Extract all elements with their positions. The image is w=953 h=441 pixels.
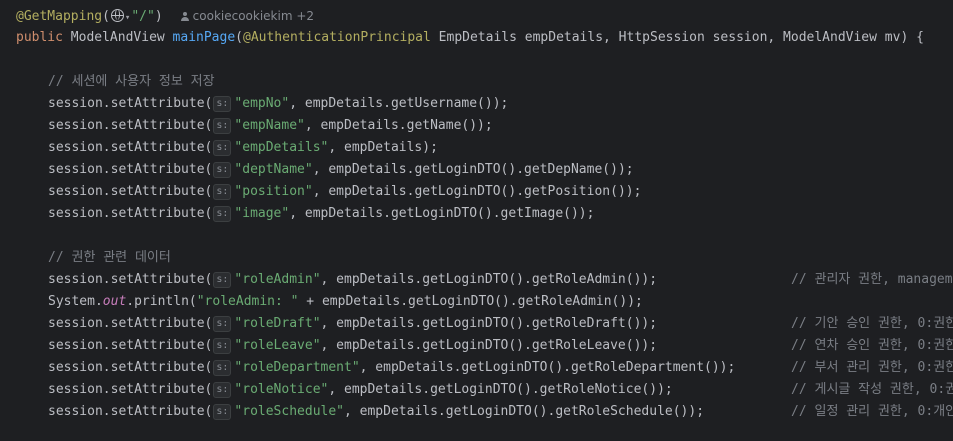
set-attribute-call: session.setAttribute(: [48, 162, 213, 177]
getmapping-annotation: @GetMapping: [16, 9, 103, 24]
trailing-comment: // 게시글 작성 권한, 0:권: [791, 382, 953, 397]
parameter-hint: s:: [213, 382, 232, 398]
parameter-hint: s:: [213, 272, 232, 288]
modifier-keyword: public: [16, 30, 63, 45]
attribute-value: , empDetails.getUsername());: [289, 96, 509, 111]
author-hint[interactable]: cookiecookiekim +2: [180, 9, 315, 23]
parameter-hint: s:: [213, 360, 232, 376]
println-line: System.out.println("roleAdmin: " + empDe…: [16, 292, 643, 312]
set-attribute-call: session.setAttribute(: [48, 206, 213, 221]
person-icon: [180, 12, 189, 21]
comment-session-info: // 세션에 사용자 정보 저장: [48, 74, 215, 89]
attribute-value: , empDetails.getLoginDTO().getRoleDraft(…: [320, 316, 658, 331]
code-editor[interactable]: @GetMapping(▾"/") cookiecookiekim +2 publ…: [0, 0, 953, 441]
set-attribute-call: session.setAttribute(: [48, 316, 213, 331]
code-line: session.setAttribute(s: "roleDraft", empD…: [16, 314, 953, 334]
code-line: session.setAttribute(s: "roleAdmin", empD…: [16, 270, 953, 290]
parameter-hint: s:: [213, 316, 232, 332]
mapping-path: "/": [131, 9, 155, 24]
parameter-hint: s:: [213, 206, 232, 222]
attribute-value: , empDetails.getLoginDTO().getDepName())…: [312, 162, 634, 177]
attribute-value: , empDetails);: [328, 140, 438, 155]
auth-principal-annotation: @AuthenticationPrincipal: [243, 30, 431, 45]
code-line: session.setAttribute(s: "position", empDe…: [16, 182, 641, 202]
annotation-line: @GetMapping(▾"/") cookiecookiekim +2: [16, 9, 315, 24]
parameter-hint: s:: [213, 118, 232, 134]
attribute-value: , empDetails.getLoginDTO().getPosition()…: [312, 184, 642, 199]
system-class: System.: [48, 294, 103, 309]
attribute-key: "roleSchedule": [234, 404, 344, 419]
author-name: cookiecookiekim +2: [192, 9, 315, 23]
attribute-key: "image": [234, 206, 290, 221]
attribute-value: , empDetails.getName());: [304, 118, 493, 133]
attribute-key: "roleDepartment": [234, 360, 360, 375]
attribute-key: "roleDraft": [234, 316, 321, 331]
method-params: EmpDetails empDetails, HttpSession sessi…: [430, 30, 924, 45]
trailing-comment: // 부서 관리 권한, 0:권한: [791, 360, 953, 375]
comment-role-info: // 권한 관련 데이터: [48, 250, 171, 265]
trailing-comment: // 일정 관리 권한, 0:개인: [791, 404, 953, 419]
return-type: ModelAndView: [70, 30, 165, 45]
trailing-comment: // 관리자 권한, managemen: [791, 272, 953, 287]
code-line: session.setAttribute(s: "roleLeave", empD…: [16, 336, 953, 356]
code-line: session.setAttribute(s: "image", empDetai…: [16, 204, 594, 224]
method-signature: public ModelAndView mainPage(@Authentica…: [16, 30, 924, 45]
code-line: session.setAttribute(s: "empNo", empDetai…: [16, 94, 508, 114]
parameter-hint: s:: [213, 184, 232, 200]
parameter-hint: s:: [213, 162, 232, 178]
code-line: session.setAttribute(s: "roleDepartment",…: [16, 358, 953, 378]
attribute-key: "deptName": [234, 162, 313, 177]
set-attribute-call: session.setAttribute(: [48, 404, 213, 419]
attribute-value: , empDetails.getLoginDTO().getImage());: [289, 206, 595, 221]
code-line: session.setAttribute(s: "empName", empDet…: [16, 116, 493, 136]
set-attribute-call: session.setAttribute(: [48, 382, 213, 397]
globe-icon[interactable]: [110, 9, 124, 22]
trailing-comment: // 기안 승인 권한, 0:권한: [791, 316, 953, 331]
chevron-down-icon[interactable]: ▾: [125, 13, 130, 23]
code-line: session.setAttribute(s: "roleNotice", emp…: [16, 380, 953, 400]
parameter-hint: s:: [213, 96, 232, 112]
out-field: out: [102, 294, 127, 309]
parameter-hint: s:: [213, 140, 232, 156]
attribute-value: , empDetails.getLoginDTO().getRoleSchedu…: [344, 404, 705, 419]
attribute-value: , empDetails.getLoginDTO().getRoleNotice…: [328, 382, 673, 397]
parameter-hint: s:: [213, 404, 232, 420]
set-attribute-call: session.setAttribute(: [48, 338, 213, 353]
set-attribute-call: session.setAttribute(: [48, 272, 213, 287]
attribute-key: "position": [234, 184, 313, 199]
attribute-key: "empName": [234, 118, 305, 133]
println-call: .println(: [126, 294, 197, 309]
code-line: session.setAttribute(s: "deptName", empDe…: [16, 160, 634, 180]
set-attribute-call: session.setAttribute(: [48, 360, 213, 375]
attribute-key: "roleLeave": [234, 338, 321, 353]
attribute-key: "empDetails": [234, 140, 329, 155]
set-attribute-call: session.setAttribute(: [48, 96, 213, 111]
code-line: session.setAttribute(s: "empDetails", emp…: [16, 138, 438, 158]
attribute-key: "roleAdmin": [234, 272, 321, 287]
println-args: + empDetails.getLoginDTO().getRoleAdmin(…: [298, 294, 643, 309]
parameter-hint: s:: [213, 338, 232, 354]
set-attribute-call: session.setAttribute(: [48, 118, 213, 133]
set-attribute-call: session.setAttribute(: [48, 140, 213, 155]
attribute-key: "empNo": [234, 96, 290, 111]
set-attribute-call: session.setAttribute(: [48, 184, 213, 199]
code-line: session.setAttribute(s: "roleSchedule", e…: [16, 402, 953, 422]
attribute-value: , empDetails.getLoginDTO().getRoleLeave(…: [320, 338, 658, 353]
println-string: "roleAdmin: ": [196, 294, 299, 309]
attribute-value: , empDetails.getLoginDTO().getRoleAdmin(…: [320, 272, 658, 287]
attribute-key: "roleNotice": [234, 382, 329, 397]
attribute-value: , empDetails.getLoginDTO().getRoleDepart…: [359, 360, 736, 375]
trailing-comment: // 연차 승인 권한, 0:권한: [791, 338, 953, 353]
method-name: mainPage: [172, 30, 236, 45]
